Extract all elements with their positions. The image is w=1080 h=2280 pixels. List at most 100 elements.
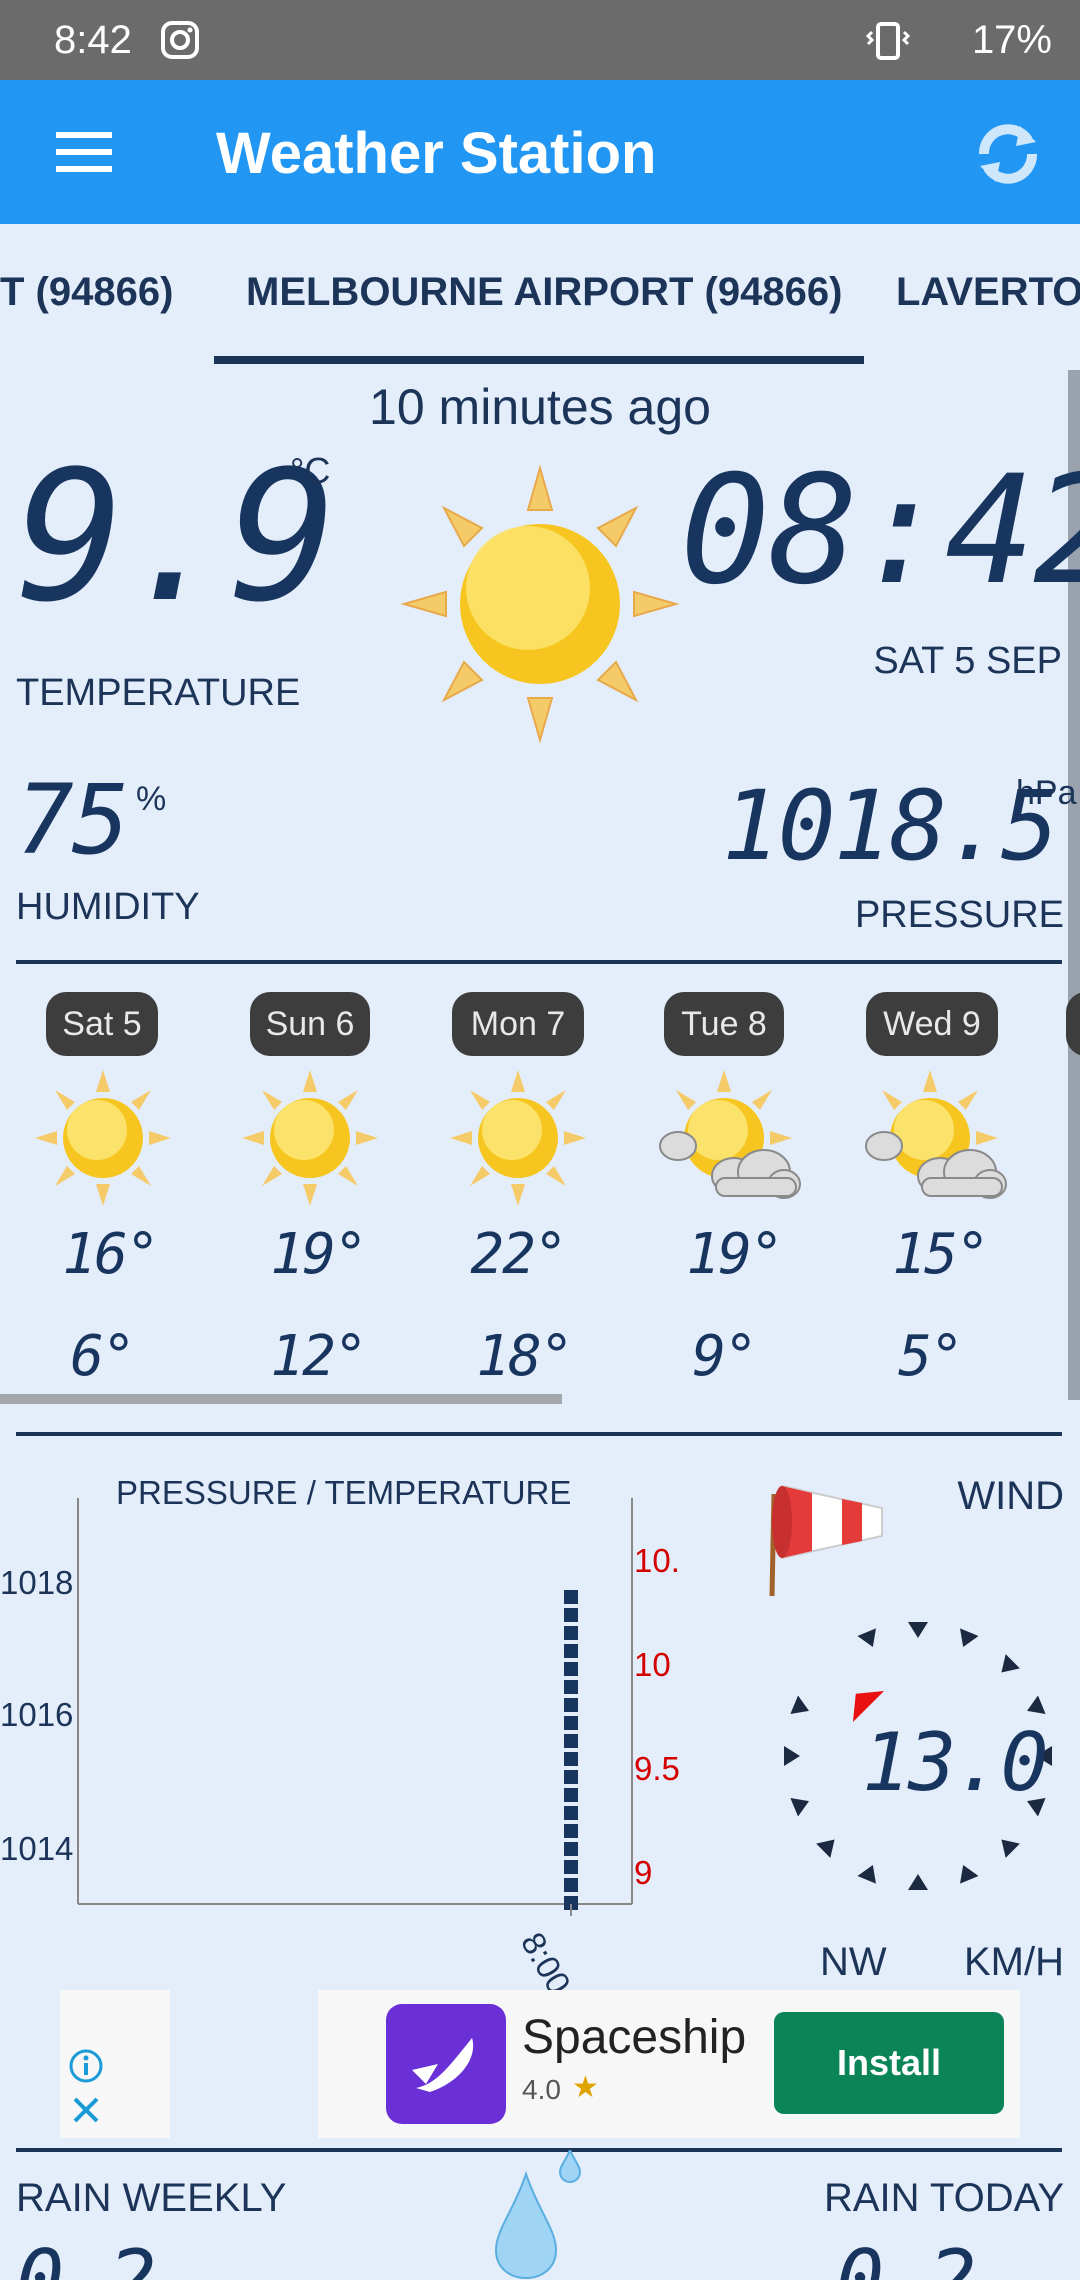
temperature-unit: °C xyxy=(290,450,331,491)
forecast-high: 22° xyxy=(470,1222,567,1287)
chart-bar-segment xyxy=(564,1752,578,1766)
chart-bar-segment xyxy=(564,1806,578,1820)
chart-bar-segment xyxy=(564,1878,578,1892)
sun-icon xyxy=(242,1070,378,1206)
ad-choices xyxy=(60,1990,170,2138)
chart-right-tick: 10 xyxy=(634,1646,671,1683)
forecast-scrollbar[interactable] xyxy=(0,1394,562,1404)
forecast-high: 19° xyxy=(686,1222,783,1287)
chart-bar-segment xyxy=(564,1824,578,1838)
forecast-high: 15° xyxy=(892,1222,989,1287)
divider xyxy=(16,1432,1062,1436)
chart-bar-segment xyxy=(564,1680,578,1694)
refresh-icon[interactable] xyxy=(970,116,1046,192)
raindrop-icon xyxy=(494,2150,582,2280)
chart-bar-segment xyxy=(564,1734,578,1748)
tab-melbourne-airport[interactable]: MELBOURNE AIRPORT (94866) xyxy=(246,270,842,315)
wind-speed: 13.0 xyxy=(862,1716,1049,1809)
compass-tick xyxy=(816,1839,835,1858)
tab-previous[interactable]: T (94866) xyxy=(0,270,173,315)
rain-today-label: RAIN TODAY xyxy=(823,2176,1064,2220)
info-icon[interactable] xyxy=(68,2048,104,2084)
chart-right-tick: 10. xyxy=(634,1542,680,1579)
humidity-unit: % xyxy=(136,780,167,818)
spaceship-logo-icon xyxy=(386,2004,506,2124)
chart-left-tick: 1018 xyxy=(0,1564,74,1601)
chart-left-tick: 1014 xyxy=(0,1830,74,1867)
divider xyxy=(16,960,1062,964)
forecast-day-label-partial xyxy=(1066,992,1080,1056)
wind-label: WIND xyxy=(957,1474,1064,1518)
app-title: Weather Station xyxy=(216,121,657,186)
chart-bar-segment xyxy=(564,1662,578,1676)
forecast-low: 18° xyxy=(476,1324,573,1389)
install-button[interactable]: Install xyxy=(774,2012,1004,2114)
status-time: 8:42 xyxy=(54,18,132,62)
tab-indicator xyxy=(214,356,864,364)
compass-tick xyxy=(784,1746,800,1766)
clock-time: 08:42 xyxy=(680,444,1080,618)
instagram-icon xyxy=(161,21,199,59)
wind-unit: KM/H xyxy=(964,1940,1064,1984)
compass-tick xyxy=(857,1628,876,1647)
sun-icon xyxy=(400,464,680,744)
rain-weekly-value-partial: 0.2 xyxy=(16,2240,155,2280)
chart-left-tick: 1016 xyxy=(0,1696,74,1733)
forecast-high: 16° xyxy=(62,1222,159,1287)
pressure-unit: hPa xyxy=(1016,774,1077,812)
humidity-value: 75 xyxy=(16,764,130,876)
forecast-day-label: Tue 8 xyxy=(664,992,784,1056)
chart-right-tick: 9.5 xyxy=(634,1750,680,1787)
star-icon: ★ xyxy=(572,2071,599,2104)
chart-bar-segment xyxy=(564,1770,578,1784)
sun-icon xyxy=(450,1070,586,1206)
ad-rating: 4.0 xyxy=(522,2074,561,2105)
chart-bar-segment xyxy=(564,1626,578,1640)
chart-bar-segment xyxy=(564,1860,578,1874)
temperature-value: 9.9 xyxy=(16,433,337,642)
forecast-high: 19° xyxy=(270,1222,367,1287)
compass-tick xyxy=(790,1798,809,1817)
date-label: SAT 5 SEP xyxy=(873,640,1062,682)
forecast-low: 5° xyxy=(898,1324,963,1389)
compass-tick xyxy=(1001,1654,1020,1673)
compass-tick xyxy=(1027,1695,1046,1714)
updated-time: 10 minutes ago xyxy=(369,379,711,435)
compass-tick xyxy=(908,1622,928,1638)
forecast-low: 12° xyxy=(270,1324,367,1389)
battery-level: 17% xyxy=(971,18,1052,62)
chart-svg xyxy=(77,1498,633,1916)
compass-tick xyxy=(908,1874,928,1890)
forecast-day-label: Mon 7 xyxy=(452,992,584,1056)
partly-cloudy-icon xyxy=(865,1070,1007,1199)
forecast-day-label: Sat 5 xyxy=(46,992,158,1056)
pressure-temperature-chart: PRESSURE / TEMPERATURE 1018 1016 1014 10… xyxy=(0,1460,680,2000)
menu-icon[interactable] xyxy=(54,130,114,174)
rain-today-value-partial: 0.2 xyxy=(836,2240,975,2280)
tab-laverton[interactable]: LAVERTON xyxy=(896,270,1080,315)
windsock-icon xyxy=(769,1484,883,1597)
chart-bar-segment xyxy=(564,1644,578,1658)
chart-bar-segment xyxy=(564,1698,578,1712)
partly-cloudy-icon xyxy=(659,1070,801,1199)
compass-tick xyxy=(960,1628,979,1647)
temperature-label: TEMPERATURE xyxy=(16,672,301,714)
chart-right-tick: 9 xyxy=(634,1854,653,1891)
close-icon[interactable] xyxy=(70,2094,102,2126)
compass-tick xyxy=(1001,1839,1020,1858)
compass-tick xyxy=(857,1865,876,1884)
chart-bar-segment xyxy=(564,1590,578,1604)
pressure-label: PRESSURE xyxy=(854,894,1064,936)
compass-tick xyxy=(960,1865,979,1884)
sun-icon xyxy=(35,1070,171,1206)
forecast-low: 9° xyxy=(692,1324,757,1389)
compass-tick xyxy=(790,1695,809,1714)
ad-app-name: Spaceship xyxy=(522,2011,747,2064)
chart-bar-segment xyxy=(564,1608,578,1622)
forecast-low: 6° xyxy=(70,1324,135,1389)
chart-bar-segment xyxy=(564,1788,578,1802)
pressure-value: 1018.5 xyxy=(722,770,1059,882)
wind-direction: NW xyxy=(820,1940,887,1984)
vibrate-icon xyxy=(866,22,910,60)
station-tabs: T (94866) MELBOURNE AIRPORT (94866) LAVE… xyxy=(0,224,1080,366)
